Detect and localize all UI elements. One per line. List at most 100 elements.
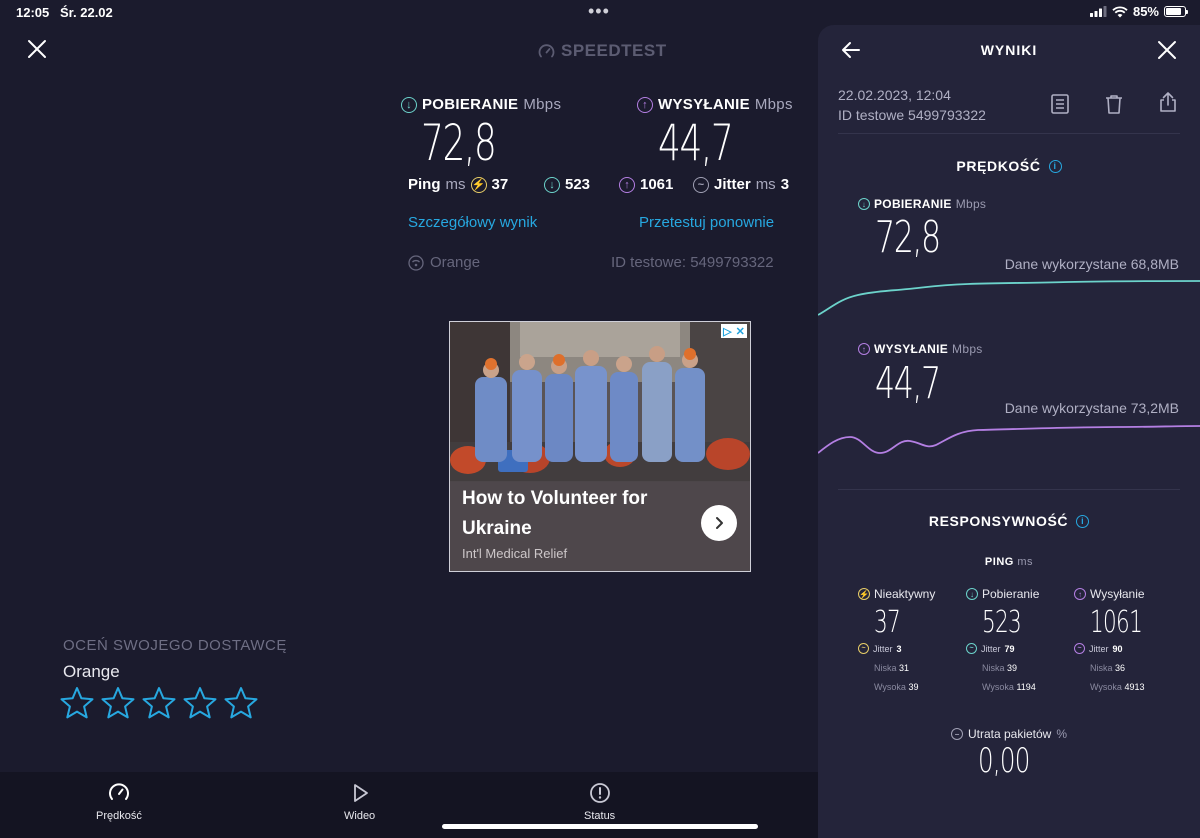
panel-upload-value: 44,7 <box>875 358 941 409</box>
col-high-label: Wysoka <box>874 682 906 692</box>
download-speed-graph <box>818 280 1200 316</box>
ping-label-text: PING <box>984 556 1014 568</box>
ad-title[interactable]: How to Volunteer for Ukraine <box>462 484 692 544</box>
tab-status-label: Status <box>584 810 616 822</box>
jitter-icon: ~ <box>966 643 977 654</box>
info-icon[interactable]: i <box>1076 514 1090 528</box>
rating-stars <box>60 686 258 720</box>
ping-column-download: ↓ Pobieranie 523 ~ Jitter 79 Niska 39 Wysok… <box>966 587 1076 692</box>
col-jitter: 79 <box>1004 643 1015 654</box>
col-low-label: Niska <box>1090 663 1113 673</box>
jitter-icon: ~ <box>1074 643 1085 654</box>
packet-loss-icon: − <box>950 728 963 740</box>
multitasking-dots[interactable]: ••• <box>588 1 610 22</box>
provider-icon <box>408 254 424 271</box>
col-low-label: Niska <box>982 663 1005 673</box>
trash-icon[interactable] <box>1103 93 1125 115</box>
document-icon[interactable] <box>1049 93 1071 115</box>
download-value: 72,8 <box>421 114 497 172</box>
download-arrow-icon: ↓ <box>858 198 870 210</box>
wifi-icon <box>1112 5 1128 17</box>
tab-speed[interactable]: Prędkość <box>96 782 142 822</box>
alert-icon <box>589 783 610 803</box>
divider <box>838 489 1180 490</box>
status-time: 12:05 <box>16 5 50 20</box>
upload-arrow-icon: ↑ <box>858 343 870 355</box>
ad-open-button[interactable] <box>701 505 737 541</box>
panel-upload-unit: Mbps <box>952 342 983 356</box>
battery-percent: 85% <box>1132 4 1159 19</box>
jitter-value: 3 <box>780 176 790 193</box>
test-id: ID testowe: 5499793322 <box>611 254 774 271</box>
col-jitter-label: Jitter <box>873 643 893 654</box>
col-label: Nieaktywny <box>874 587 936 601</box>
ping-label: Ping <box>408 176 441 193</box>
adchoices-icon[interactable]: ▷ ✕ <box>721 324 747 338</box>
speed-section-title: PRĘDKOŚĆ i <box>818 158 1200 174</box>
info-icon[interactable]: i <box>1048 159 1062 173</box>
packet-loss-unit: % <box>1056 727 1068 741</box>
col-jitter-label: Jitter <box>1089 643 1109 654</box>
responsiveness-section-title: RESPONSYWNOŚĆ i <box>818 513 1200 529</box>
download-label: POBIERANIE <box>422 96 519 113</box>
adchoices-arrow-icon: ▷ <box>723 325 732 338</box>
upload-label: WYSYŁANIE <box>658 96 750 113</box>
star-icon[interactable] <box>60 686 94 720</box>
detailed-result-link[interactable]: Szczegółowy wynik <box>408 214 537 231</box>
star-icon[interactable] <box>224 686 258 720</box>
tab-video[interactable]: Wideo <box>344 782 375 822</box>
advertisement[interactable]: How to Volunteer for Ukraine Int'l Medic… <box>449 321 751 572</box>
upload-speed-graph <box>818 425 1200 454</box>
col-jitter-label: Jitter <box>981 643 1001 654</box>
col-high: 1194 <box>1016 682 1036 692</box>
close-panel-icon[interactable] <box>1156 39 1178 61</box>
download-header: ↓ POBIERANIE Mbps <box>401 96 561 113</box>
jitter-label: Jitter <box>714 176 751 193</box>
col-label: Pobieranie <box>982 587 1040 601</box>
star-icon[interactable] <box>142 686 176 720</box>
ping-column-idle: ⚡ Nieaktywny 37 ~ Jitter 3 Niska 31 Wysoka … <box>858 587 968 692</box>
tab-speed-label: Prędkość <box>96 810 142 822</box>
col-high: 39 <box>908 682 919 692</box>
close-icon[interactable] <box>26 38 48 60</box>
provider-name: Orange <box>430 254 481 271</box>
adchoices-close-icon[interactable]: ✕ <box>736 325 745 338</box>
ping-upload: ↑ 1061 <box>619 176 673 193</box>
upload-unit: Mbps <box>754 96 793 113</box>
packet-loss-value: 0,00 <box>978 741 1030 781</box>
col-value: 1061 <box>1090 605 1143 640</box>
packet-loss-label: Utrata pakietów <box>967 727 1052 741</box>
share-icon[interactable] <box>1157 91 1179 113</box>
tab-status[interactable]: Status <box>584 782 615 822</box>
star-icon[interactable] <box>101 686 135 720</box>
upload-header: ↑ WYSYŁANIE Mbps <box>637 96 793 113</box>
panel-title: WYNIKI <box>980 42 1038 58</box>
retest-link[interactable]: Przetestuj ponownie <box>639 214 774 231</box>
idle-icon: ⚡ <box>858 588 870 600</box>
home-indicator[interactable] <box>442 824 758 829</box>
panel-download-header: ↓ POBIERANIE Mbps <box>858 197 986 211</box>
panel-download-label: POBIERANIE <box>874 197 952 211</box>
col-low: 39 <box>1007 663 1018 673</box>
ad-subtitle: Int'l Medical Relief <box>462 546 568 561</box>
speed-section-label: PRĘDKOŚĆ <box>956 158 1041 174</box>
ping-idle: Ping ms ⚡ 37 <box>408 176 508 193</box>
provider-info: Orange <box>408 254 480 271</box>
status-date: Śr. 22.02 <box>60 5 113 20</box>
ping-idle-value: 37 <box>491 176 509 193</box>
ping-idle-icon: ⚡ <box>470 176 487 193</box>
speedtest-logo-icon <box>538 43 555 57</box>
col-high: 4913 <box>1124 682 1145 692</box>
jitter-unit: ms <box>755 176 776 193</box>
play-icon <box>353 784 368 802</box>
col-low-label: Niska <box>874 663 897 673</box>
star-icon[interactable] <box>183 686 217 720</box>
col-low: 36 <box>1115 663 1126 673</box>
result-test-id: ID testowe 5499793322 <box>838 107 986 123</box>
upload-arrow-icon: ↑ <box>1074 588 1086 600</box>
col-low: 31 <box>899 663 910 673</box>
tab-video-label: Wideo <box>344 810 376 822</box>
ping-download-value: 523 <box>565 176 591 193</box>
status-indicators: 85% <box>1089 4 1188 19</box>
ping-upload-value: 1061 <box>640 176 674 193</box>
